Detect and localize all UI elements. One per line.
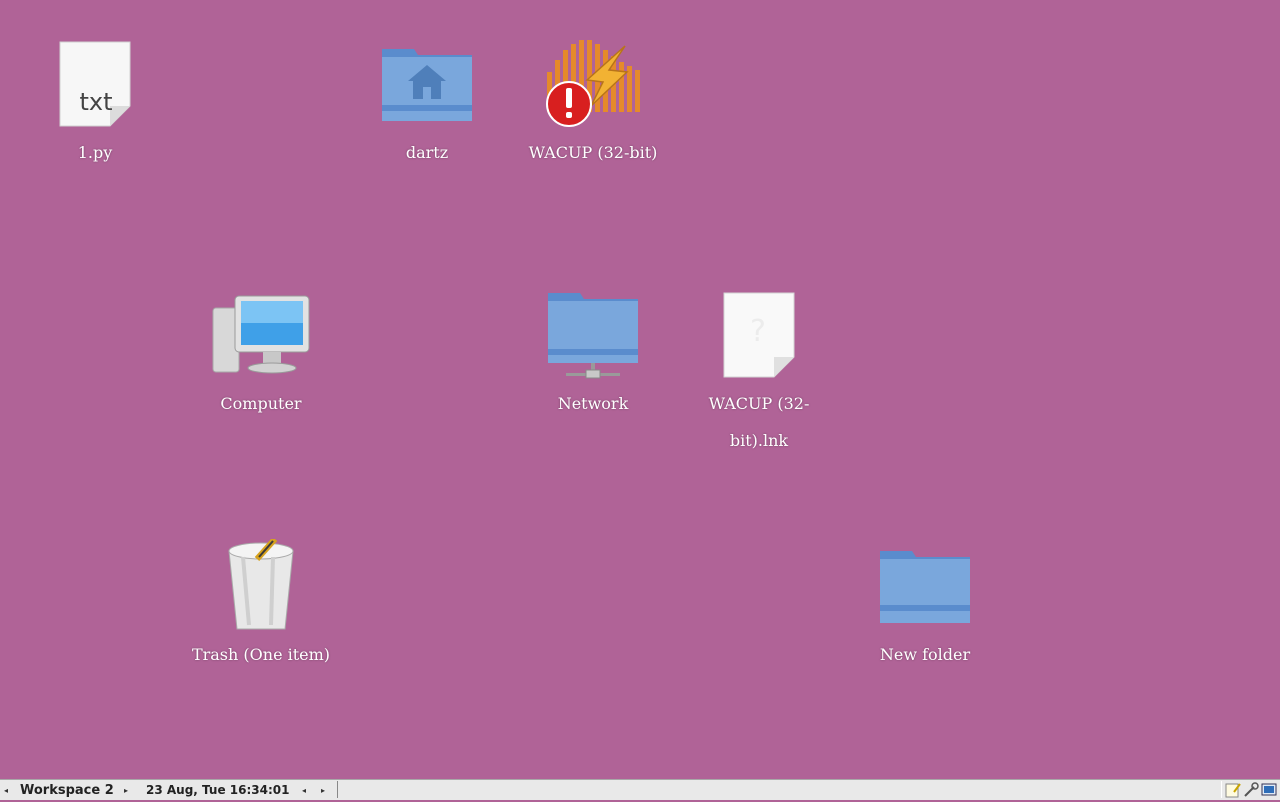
computer-icon — [211, 287, 311, 383]
clock-prev-arrow[interactable]: ◂ — [302, 786, 306, 795]
desktop-icon-1py[interactable]: txt 1.py — [10, 36, 180, 171]
trash-full-icon — [211, 538, 311, 634]
folder-icon — [875, 538, 975, 634]
workspace-prev-arrow[interactable]: ◂ — [4, 786, 8, 795]
desktop-icon-label: 1.py — [77, 143, 113, 162]
desktop-icon-new-folder[interactable]: New folder — [840, 538, 1010, 673]
desktop-icon-dartz[interactable]: dartz — [342, 36, 512, 171]
workspace-switcher-label[interactable]: Workspace 2 — [20, 783, 114, 798]
svg-text:?: ? — [750, 314, 766, 349]
desktop-icon-label: Computer — [220, 394, 302, 413]
notes-icon[interactable] — [1225, 782, 1241, 798]
desktop-icon-label: dartz — [405, 143, 449, 162]
desktop-icon-label: Network — [557, 394, 629, 413]
desktop-icon-label: WACUP (32-bit) — [528, 143, 658, 162]
taskbar-window-list[interactable] — [337, 781, 1222, 798]
taskbar: ◂ Workspace 2 ▸ 23 Aug, Tue 16:34:01 ◂ ▸ — [0, 779, 1280, 800]
network-folder-icon — [543, 287, 643, 383]
show-desktop-icon[interactable] — [1261, 782, 1277, 798]
desktop-icon-label: New folder — [879, 645, 971, 664]
desktop-icon-wacup-lnk[interactable]: ? WACUP (32-bit).lnk — [674, 287, 844, 459]
desktop-icon-computer[interactable]: Computer — [176, 287, 346, 422]
clock: 23 Aug, Tue 16:34:01 — [146, 783, 290, 797]
desktop-icon-network[interactable]: Network — [508, 287, 678, 422]
desktop-icon-label: Trash (One item) — [191, 645, 331, 664]
clock-next-arrow[interactable]: ▸ — [321, 786, 325, 795]
unknown-file-icon: ? — [709, 287, 809, 383]
text-file-icon: txt — [45, 36, 145, 132]
desktop-icon-wacup[interactable]: WACUP (32-bit) — [508, 36, 678, 171]
svg-text:txt: txt — [79, 88, 112, 116]
settings-tool-icon[interactable] — [1243, 782, 1259, 798]
workspace-next-arrow[interactable]: ▸ — [124, 786, 128, 795]
desktop-icon-trash[interactable]: Trash (One item) — [176, 538, 346, 673]
wacup-app-icon-with-error-badge — [543, 36, 643, 132]
desktop-icon-label: WACUP (32-bit).lnk — [708, 394, 810, 450]
desktop: txt 1.py dartz WACUP (32-bit) Computer N… — [0, 0, 1280, 780]
home-folder-icon — [377, 36, 477, 132]
